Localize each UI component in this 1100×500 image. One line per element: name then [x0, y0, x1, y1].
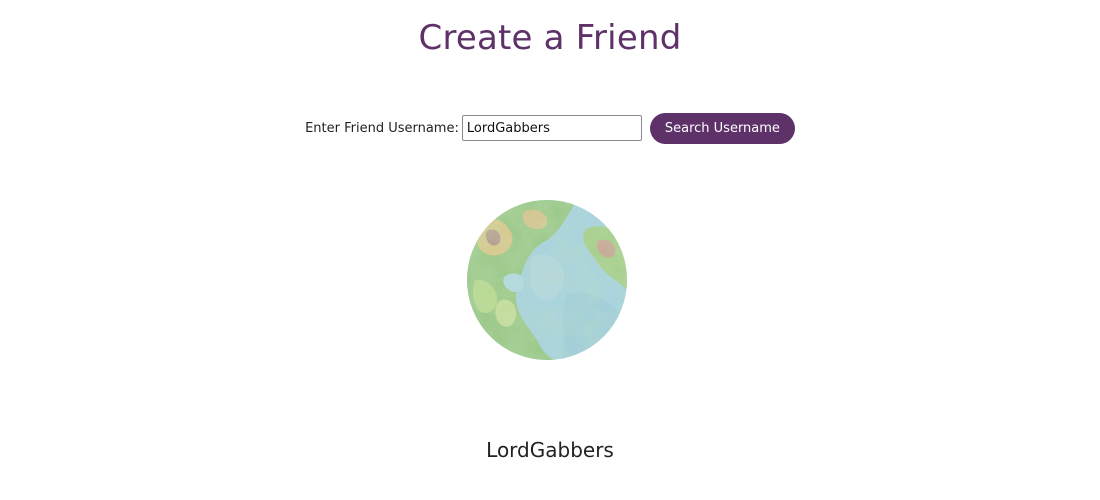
create-friend-page: Create a Friend Enter Friend Username: S… [0, 0, 1100, 500]
username-search-form: Enter Friend Username: Search Username [0, 112, 1100, 144]
planet-globe-icon [467, 200, 627, 360]
friend-username-display: LordGabbers [486, 438, 614, 462]
search-username-button[interactable]: Search Username [649, 112, 795, 144]
username-label: Enter Friend Username: [305, 120, 459, 136]
username-input[interactable] [461, 115, 642, 141]
page-title: Create a Friend [418, 18, 682, 58]
